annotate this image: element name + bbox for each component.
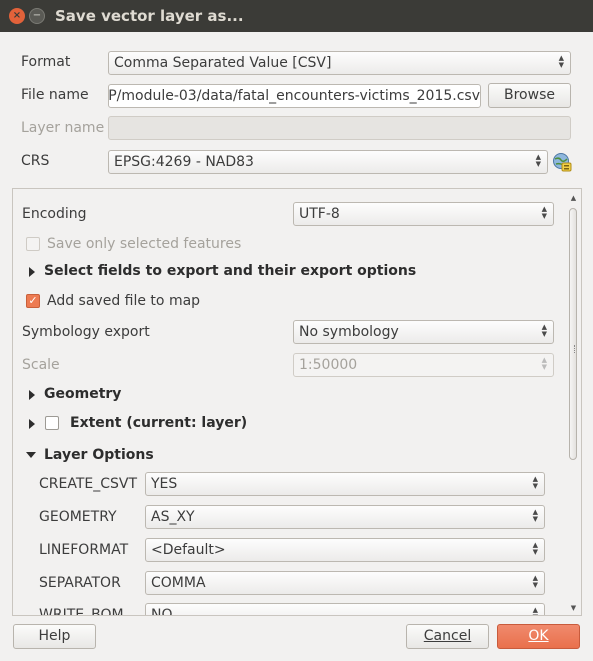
format-value: Comma Separated Value [CSV] [114,55,332,71]
scale-value: 1:50000 [299,357,358,373]
browse-button[interactable]: Browse [488,83,571,108]
ok-label: OK [528,628,549,644]
encoding-label: Encoding [22,206,87,222]
layer-option-value: <Default> [151,542,226,558]
combo-arrows-icon: ▲▼ [558,54,564,69]
layer-option-label: CREATE_CSVT [39,476,138,492]
add-saved-label: Add saved file to map [47,293,201,309]
encoding-combo[interactable]: UTF-8 ▲ ▼ [293,202,554,226]
add-saved-checkbox[interactable]: ✓ [26,294,40,308]
layer-option-combo[interactable]: AS_XY ▲ ▼ [145,505,545,529]
save-selected-checkbox[interactable] [26,237,40,251]
format-label: Format [21,54,71,70]
layer-option-combo[interactable]: NO ▲▼ [145,603,545,616]
title-bar: × − Save vector layer as... [0,0,593,32]
format-combo[interactable]: Comma Separated Value [CSV] ▲ ▼ [108,51,571,75]
layer-options-section[interactable]: Layer Options [44,447,154,463]
symbology-value: No symbology [299,324,399,340]
layer-option-label: SEPARATOR [39,575,121,591]
minimize-window-button[interactable]: − [29,8,45,24]
layername-label: Layer name [21,120,105,136]
cancel-label: Cancel [423,628,472,644]
layer-option-label: WRITE_BOM [39,607,124,616]
symbology-label: Symbology export [22,324,150,340]
layer-option-value: YES [151,476,178,492]
save-selected-label: Save only selected features [47,236,242,252]
combo-arrows-icon: ▲▼ [532,508,538,523]
filename-label: File name [21,87,89,103]
combo-arrows-icon: ▲▼ [541,323,547,338]
layer-option-combo[interactable]: YES ▲ ▼ [145,472,545,496]
geometry-section[interactable]: Geometry [44,386,121,402]
window-title: Save vector layer as... [55,7,244,25]
layer-option-label: GEOMETRY [39,509,117,525]
extent-checkbox[interactable] [45,416,59,430]
scroll-thumb[interactable] [569,208,577,460]
expand-arrow-icon[interactable] [29,390,35,400]
layer-option-combo[interactable]: COMMA ▲ ▼ [145,571,545,595]
help-button[interactable]: Help [13,624,96,649]
encoding-value: UTF-8 [299,206,340,222]
combo-arrows-icon: ▲▼ [541,205,547,220]
layer-option-combo[interactable]: <Default> ▲ ▼ [145,538,545,562]
extent-section[interactable]: Extent (current: layer) [70,415,247,431]
options-scrollbar[interactable]: ▲ ▼ [568,194,579,612]
ok-button[interactable]: OK [497,624,580,649]
layer-option-value: COMMA [151,575,206,591]
layername-input[interactable] [108,116,571,140]
scale-combo[interactable]: 1:50000 ▲ ▼ [293,353,554,377]
expand-arrow-icon[interactable] [29,267,35,277]
combo-arrows-icon: ▲▼ [532,606,538,616]
scale-label: Scale [22,357,60,373]
filename-value: MP/module-03/data/fatal_encounters-victi… [108,88,480,104]
filename-input[interactable]: MP/module-03/data/fatal_encounters-victi… [108,84,481,108]
combo-arrows-icon: ▲▼ [532,475,538,490]
crs-combo[interactable]: EPSG:4269 - NAD83 ▲ ▼ [108,150,548,174]
layer-option-value: NO [151,607,173,616]
symbology-combo[interactable]: No symbology ▲ ▼ [293,320,554,344]
expand-arrow-icon[interactable] [29,419,35,429]
scroll-up-icon[interactable]: ▲ [568,194,579,202]
check-icon: ✓ [28,294,38,307]
cancel-button[interactable]: Cancel [406,624,489,649]
combo-arrows-icon: ▲▼ [532,574,538,589]
select-fields-section[interactable]: Select fields to export and their export… [44,263,416,279]
combo-arrows-icon: ▲▼ [532,541,538,556]
combo-arrows-icon: ▲▼ [535,153,541,168]
options-panel[interactable]: Encoding UTF-8 ▲ ▼ Save only selected fea… [12,188,582,616]
grip-icon [574,345,577,353]
combo-arrows-icon: ▲▼ [541,356,547,371]
layer-option-label: LINEFORMAT [39,542,129,558]
crs-label: CRS [21,153,50,169]
crs-value: EPSG:4269 - NAD83 [114,154,254,170]
scroll-down-icon[interactable]: ▼ [568,604,579,612]
layer-option-value: AS_XY [151,509,195,525]
crs-select-button[interactable] [551,151,573,173]
collapse-arrow-icon[interactable] [26,452,36,458]
crs-select-icon [553,153,572,172]
close-window-button[interactable]: × [9,8,25,24]
